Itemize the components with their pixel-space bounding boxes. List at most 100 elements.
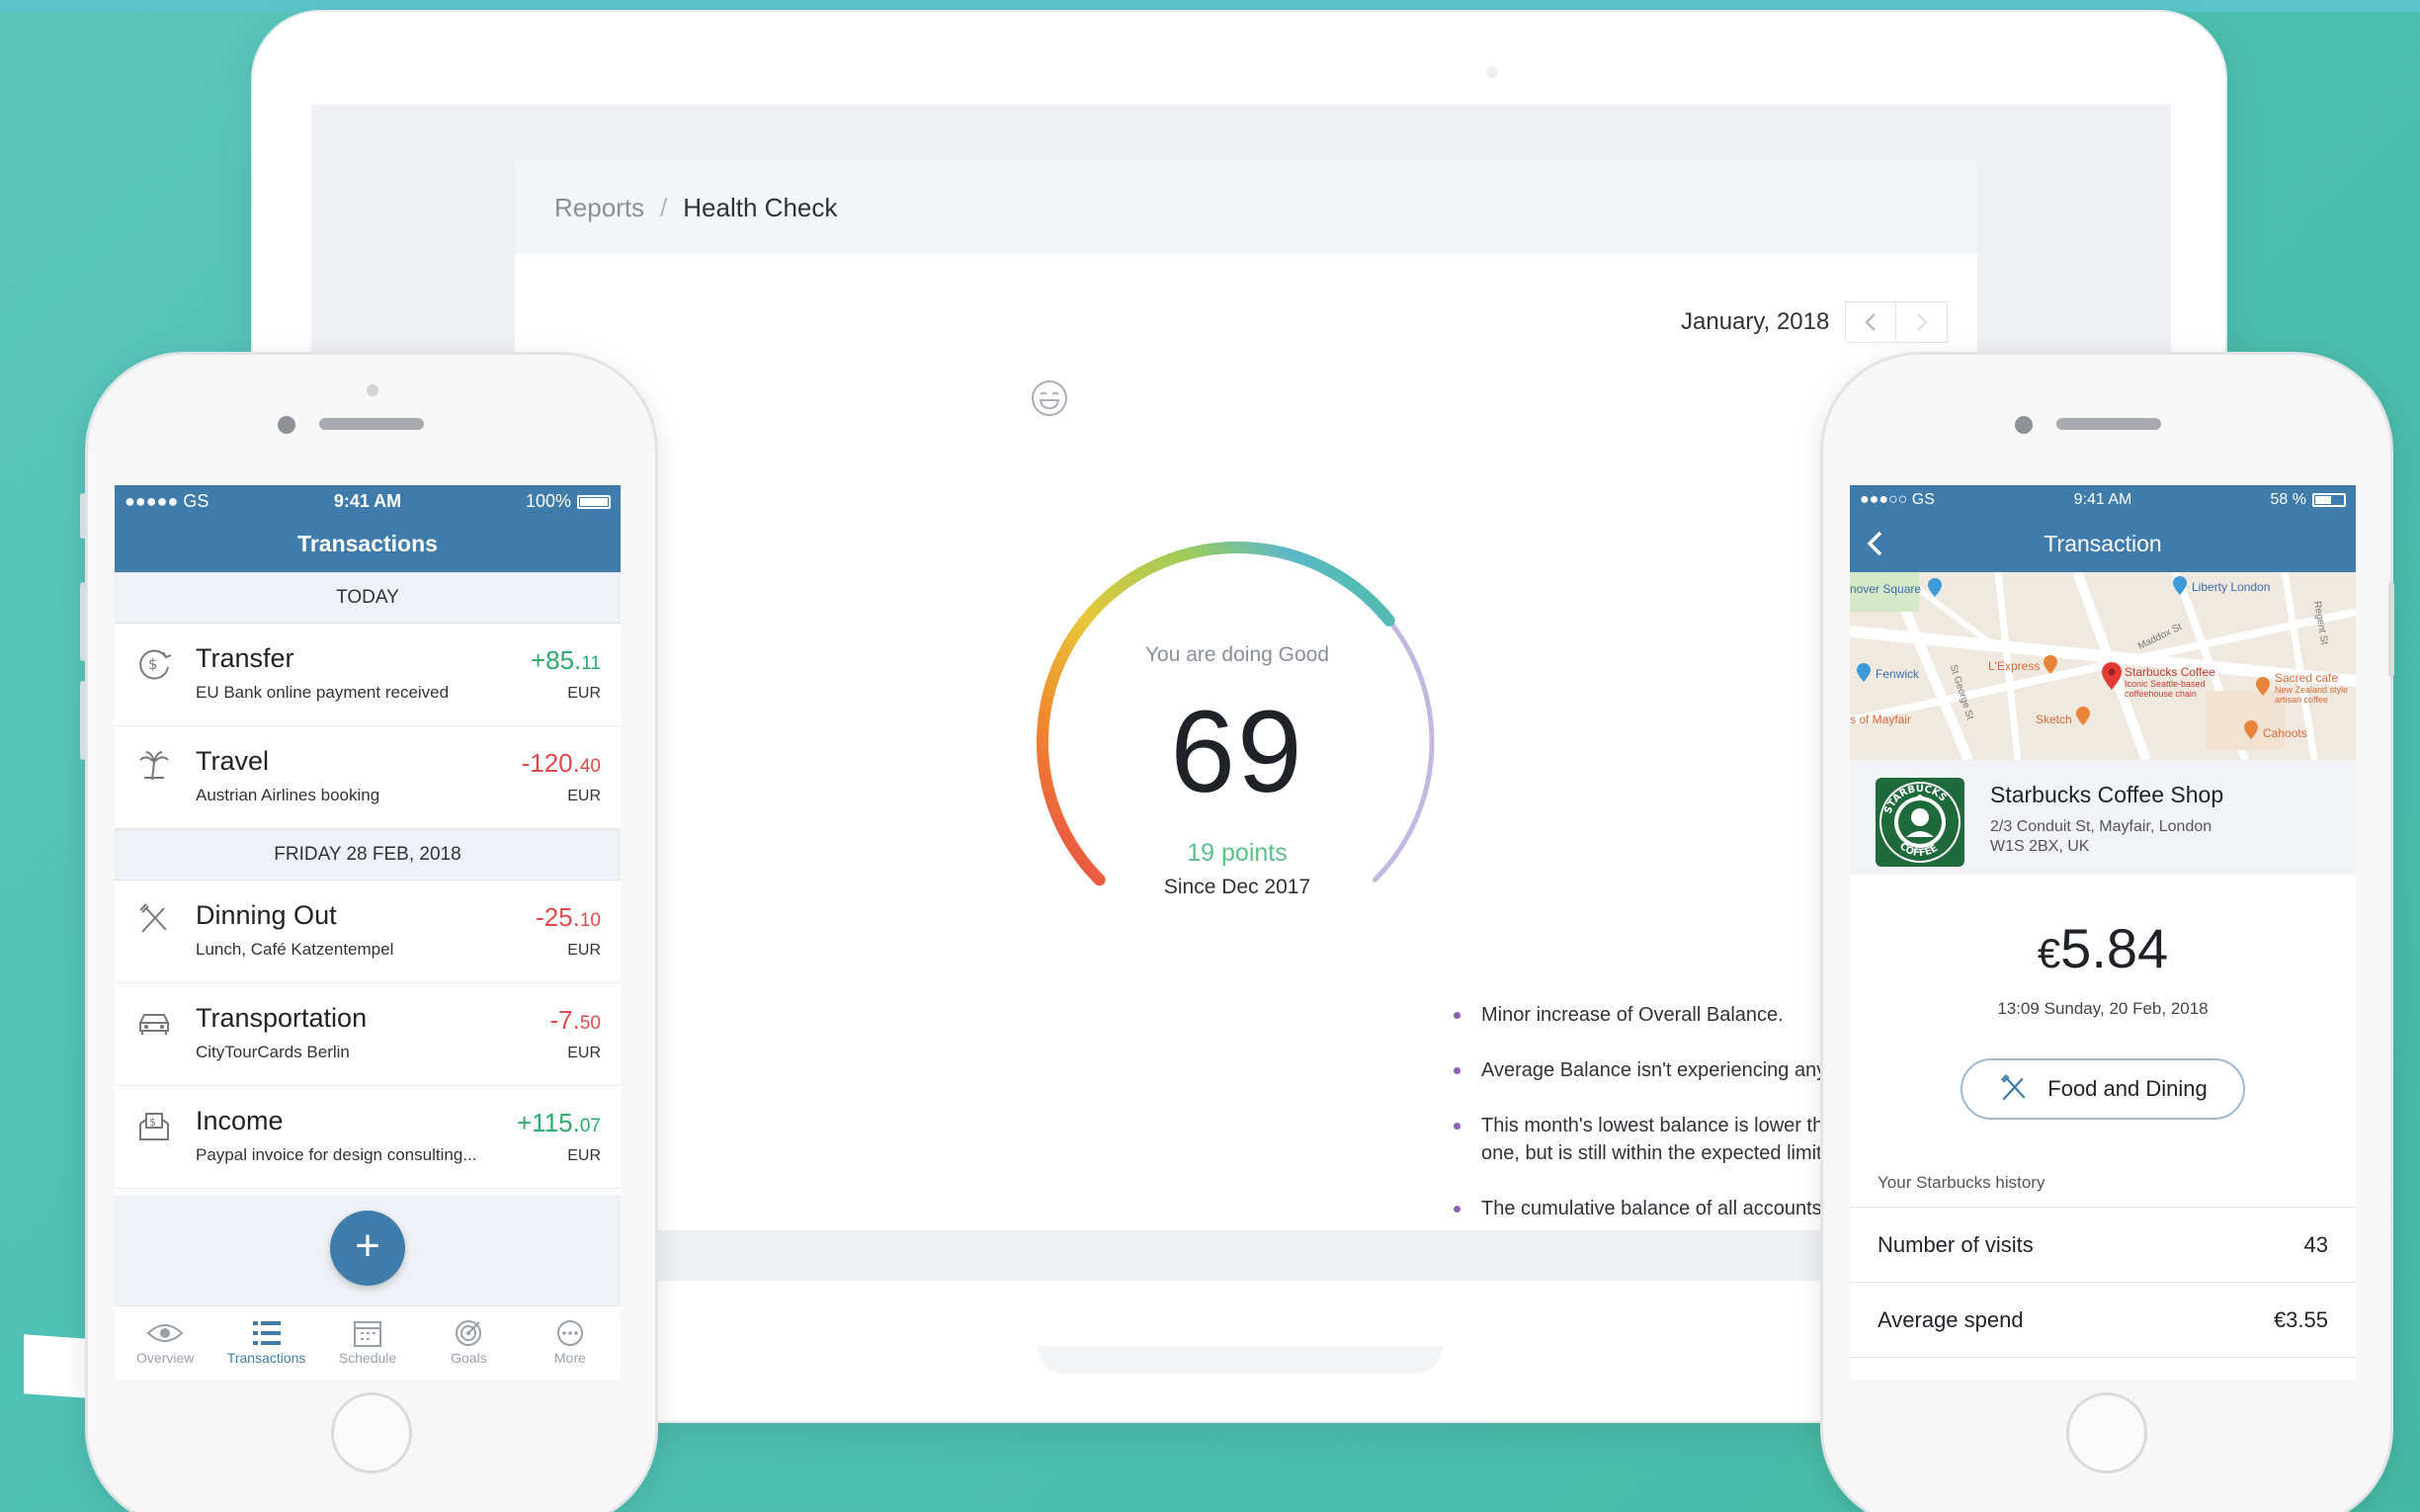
phone-side-button [80,582,86,661]
home-button [2066,1392,2147,1473]
transaction-row[interactable]: $ Transfer EU Bank online payment receiv… [115,624,621,726]
map-pin-icon [1857,663,1871,682]
merchant-card: STARBUCKS COFFEE Starbucks Coffee Shop 2… [1850,760,2356,875]
map-label: Cahoots [2263,726,2307,740]
tab-more[interactable]: More [520,1306,621,1380]
tab-label: Schedule [338,1350,397,1366]
amount-main: +115. [517,1108,580,1137]
transaction-currency: EUR [567,685,601,702]
cutlery-icon [2001,1073,2026,1101]
next-month-button[interactable] [1896,301,1949,343]
breadcrumb-current: Health Check [683,192,838,222]
navbar: Transaction [1850,515,2356,572]
address-line: W1S 2BX, UK [1990,838,2090,855]
tab-goals[interactable]: Goals [418,1306,519,1380]
map-label: New Zealand style artisan coffee [2275,685,2349,705]
map-label: Liberty London [2192,580,2271,594]
cutlery-icon [139,903,167,933]
page-title: Transactions [115,515,621,572]
amount-cents: 10 [579,910,601,931]
map-pin-icon [2076,707,2090,725]
list-icon [252,1321,281,1345]
history-row: Average spend €3.55 [1850,1282,2356,1357]
gauge-status-text: You are doing Good [1144,643,1330,666]
page-title: Transaction [2044,531,2162,556]
transaction-row[interactable]: Travel Austrian Airlines booking -120.40… [115,726,621,829]
map-label: nover Square [1850,582,1922,596]
starbucks-logo: STARBUCKS COFFEE [1876,778,1964,867]
add-transaction-button[interactable]: + [330,1211,405,1286]
battery-icon [2312,493,2346,507]
phone-camera [2015,416,2033,434]
amount-cents: 07 [579,1116,601,1136]
income-icon: $ [139,1113,169,1140]
transaction-title: Travel [196,746,270,776]
amount-main: -25. [536,902,580,932]
tab-label: Goals [451,1350,487,1366]
tab-overview[interactable]: Overview [115,1306,215,1380]
transaction-title: Dinning Out [196,900,337,930]
laptop-base-notch [1038,1346,1443,1374]
battery-percent: 100% [525,491,571,511]
chevron-left-icon [1867,531,1882,556]
category-button[interactable]: Food and Dining [1961,1058,2245,1120]
status-bar: ●●●●● GS 9:41 AM 100% [115,485,621,515]
history-value: €3.55 [2273,1307,2328,1332]
palm-tree-icon [139,751,169,781]
back-button[interactable] [1866,515,1895,572]
transaction-subtitle: CityTourCards Berlin [196,1043,350,1061]
section-header-date: FRIDAY 28 FEB, 2018 [115,829,621,881]
svg-text:$: $ [149,1116,156,1129]
history-title: Your Starbucks history [1878,1173,2045,1192]
since-date: Since Dec 2017 [1163,876,1311,898]
transaction-row[interactable]: $ Income Paypal invoice for design consu… [115,1086,621,1189]
map-pin-icon [1928,578,1942,597]
prev-month-button[interactable] [1845,301,1897,343]
amount-main: -7. [549,1005,580,1035]
battery-percent: 58 % [2270,491,2306,508]
transaction-detail-screen: ●●●○○ GS 9:41 AM 58 % Transaction nover … [1850,485,2356,1380]
map-label: L'Express [1988,659,2041,673]
breadcrumb-separator: / [660,192,668,222]
transaction-currency: EUR [567,1045,601,1061]
breadcrumb-reports-link[interactable]: Reports [554,193,644,223]
transaction-subtitle: Austrian Airlines booking [196,786,380,804]
transaction-row[interactable]: Dinning Out Lunch, Café Katzentempel -25… [115,881,621,983]
map-label: s of Mayfair [1850,713,1912,726]
status-battery: 58 % [2271,491,2346,509]
tab-label: More [553,1350,586,1366]
transaction-title: Income [196,1106,284,1135]
transaction-row[interactable]: Transportation CityTourCards Berlin -7.5… [115,983,621,1086]
tab-transactions[interactable]: Transactions [215,1306,316,1380]
map-label: Sacred cafe [2275,671,2339,685]
address-line: 2/3 Conduit St, Mayfair, London [1990,818,2212,835]
eye-icon [146,1324,184,1342]
tab-schedule[interactable]: Schedule [317,1306,418,1380]
date-navigator: January, 2018 [1681,301,1949,343]
location-map[interactable]: nover Square Liberty London Fenwick L'Ex… [1850,572,2356,760]
amount-cents: 40 [579,756,601,777]
target-icon [456,1320,482,1346]
right-phone: ●●●○○ GS 9:41 AM 58 % Transaction nover … [1820,352,2394,1512]
transaction-amount: €5.84 [1850,916,2356,980]
phone-speaker [2056,418,2161,430]
transaction-datetime: 13:09 Sunday, 20 Feb, 2018 [1997,999,2209,1018]
amount-main: -120. [521,748,580,778]
status-battery: 100% [526,491,611,512]
map-pin-icon [2256,677,2270,696]
left-phone: ●●●●● GS 9:41 AM 100% Transactions TODAY… [80,352,658,1512]
points-change: 19 points [1187,839,1288,867]
transaction-title: Transfer [196,643,294,673]
amount-cents: 50 [579,1013,601,1034]
amount-main: +85. [530,645,582,675]
more-icon [556,1320,583,1346]
date-label: January, 2018 [1681,308,1830,335]
amount-currency: € [2037,930,2061,976]
home-button [331,1392,412,1473]
fab-area: + [115,1195,621,1305]
map-label: Starbucks Coffee [2125,665,2215,679]
history-row [1850,1357,2356,1380]
phone-speaker [319,418,424,430]
tab-label: Transactions [226,1350,306,1366]
transaction-amount: +115.07 [517,1108,601,1138]
